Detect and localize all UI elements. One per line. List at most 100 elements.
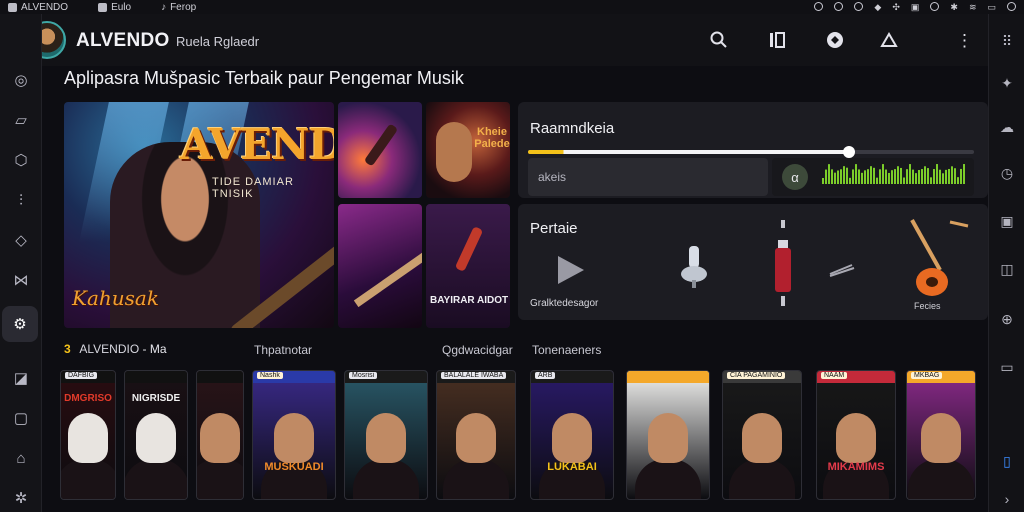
puzzle-icon[interactable]: ✦: [998, 74, 1016, 92]
section-link[interactable]: Thpatnotar: [254, 343, 312, 357]
bell-icon[interactable]: ◆: [874, 2, 881, 13]
expand-icon[interactable]: ▣: [998, 212, 1016, 230]
edit-icon[interactable]: ▱: [11, 110, 31, 130]
album-card-header: ARB: [531, 371, 613, 383]
globe-icon[interactable]: ⊕: [998, 310, 1016, 328]
equalizer-bar: [843, 166, 845, 184]
album-card[interactable]: NIGRISDE: [124, 370, 188, 500]
cloud-icon[interactable]: ☁: [998, 118, 1016, 136]
chevron-right-icon[interactable]: ›: [998, 490, 1016, 508]
library-icon[interactable]: [768, 31, 786, 54]
phone-icon[interactable]: ▯: [998, 452, 1016, 470]
equalizer-bar: [897, 166, 899, 184]
slide-icon[interactable]: [828, 262, 856, 278]
status-item-app[interactable]: ALVENDO: [8, 2, 68, 13]
artist-face: [456, 413, 496, 463]
artist-face: [742, 413, 782, 463]
guitar-neck-image: [353, 248, 422, 308]
equalizer-bar: [942, 173, 944, 184]
equalizer-bar: [861, 172, 863, 184]
thumbnail-guitar-neon[interactable]: [338, 204, 422, 328]
clock-icon[interactable]: [854, 1, 864, 11]
section-link[interactable]: Tonenaeners: [532, 343, 601, 357]
album-card[interactable]: ARB LUKABAI: [530, 370, 614, 500]
home-icon[interactable]: ⬡: [11, 150, 31, 170]
artist-face: [552, 413, 592, 463]
section-link[interactable]: Qgdwacidgar: [442, 343, 513, 357]
equalizer-icon[interactable]: [880, 31, 898, 54]
equalizer-bar: [846, 167, 848, 184]
timer-icon[interactable]: [834, 1, 844, 11]
progress-slider[interactable]: [528, 146, 974, 158]
window-icon[interactable]: ▭: [998, 358, 1016, 376]
microphone-icon[interactable]: [680, 244, 708, 290]
hero-banner[interactable]: AVENDO TIDE DAMIAR TNISIK Kahusak: [64, 102, 334, 328]
more-icon[interactable]: ⋮: [956, 31, 973, 51]
status-item-file[interactable]: Eulo: [98, 2, 131, 13]
electric-guitar-icon[interactable]: [902, 216, 976, 300]
search-field[interactable]: akeis: [528, 158, 768, 196]
share-icon[interactable]: ⋈: [11, 270, 31, 290]
album-card[interactable]: [196, 370, 244, 500]
artist-face: [836, 413, 876, 463]
equalizer-bar: [864, 170, 866, 184]
frame-icon[interactable]: ▢: [11, 408, 31, 428]
album-card[interactable]: DAFBIG DMGRISO: [60, 370, 116, 500]
camera-icon[interactable]: ◎: [11, 70, 31, 90]
equalizer-bar: [876, 177, 878, 184]
battery-icon[interactable]: ▭: [987, 2, 996, 13]
equalizer-bar: [924, 166, 926, 184]
album-card[interactable]: BALALALE IWABA: [436, 370, 516, 500]
gear-icon[interactable]: ✲: [11, 488, 31, 508]
album-card[interactable]: Mosrisi: [344, 370, 428, 500]
section-header: 3 ALVENDIO - Ma: [64, 342, 167, 356]
camera-icon[interactable]: ◫: [998, 260, 1016, 278]
sync-icon[interactable]: [814, 1, 824, 11]
album-card[interactable]: Nashk MUSKUADI: [252, 370, 336, 500]
equalizer-bar: [834, 172, 836, 184]
discover-icon[interactable]: [826, 31, 844, 54]
play-icon[interactable]: [558, 256, 584, 284]
equalizer-bar: [852, 169, 854, 184]
equalizer-bar: [930, 177, 932, 184]
tag-icon[interactable]: ◇: [11, 230, 31, 250]
timer-icon[interactable]: ◷: [998, 164, 1016, 182]
album-card[interactable]: CIA PAGAMINIO: [722, 370, 802, 500]
equalizer-bar: [906, 169, 908, 184]
wifi-icon[interactable]: ≋: [969, 2, 977, 13]
progress-knob[interactable]: [843, 146, 856, 158]
equalizer-bar: [912, 169, 914, 184]
thumbnail-guitar-red[interactable]: [426, 204, 510, 328]
album-card[interactable]: MKBAG: [906, 370, 976, 500]
album-card-header: Mosrisi: [345, 371, 427, 383]
status-item-music[interactable]: ♪ Ferop: [161, 2, 196, 13]
artist-body: [125, 459, 187, 499]
artist-face: [921, 413, 961, 463]
alpha-icon[interactable]: α: [782, 164, 808, 190]
settings-icon[interactable]: ⚙: [2, 306, 38, 342]
right-rail: ⠿ ✦ ☁ ◷ ▣ ◫ ⊕ ▭ ▯ ›: [988, 14, 1024, 512]
mixer-icon[interactable]: ⫶: [11, 190, 31, 210]
bottle-icon[interactable]: [770, 218, 796, 308]
user-icon[interactable]: ⌂: [11, 448, 31, 468]
notification-icon[interactable]: ▣: [911, 2, 920, 13]
power-icon[interactable]: [1007, 1, 1016, 11]
search-icon[interactable]: [710, 31, 728, 54]
image-icon[interactable]: ◪: [11, 368, 31, 388]
thumbnail-artist-sunglasses[interactable]: [426, 102, 510, 198]
guitar-icon: [363, 123, 399, 167]
artist-face: [366, 413, 406, 463]
album-card[interactable]: [626, 370, 710, 500]
thumbnail-guitar-orange[interactable]: [338, 102, 422, 198]
equalizer-bar: [858, 169, 860, 184]
thumbnail-label: Kheie Palede: [474, 126, 510, 150]
grid-icon[interactable]: ⠿: [998, 32, 1016, 50]
equalizer-bar: [963, 164, 965, 184]
album-card[interactable]: NAAM MIKAMIMS: [816, 370, 896, 500]
equalizer-bar: [867, 169, 869, 184]
settings-icon[interactable]: [930, 1, 940, 11]
share-icon[interactable]: ✣: [892, 2, 900, 13]
equalizer-bar: [939, 169, 941, 184]
album-card-badge: ARB: [535, 372, 556, 379]
bluetooth-icon[interactable]: ✱: [950, 2, 958, 13]
